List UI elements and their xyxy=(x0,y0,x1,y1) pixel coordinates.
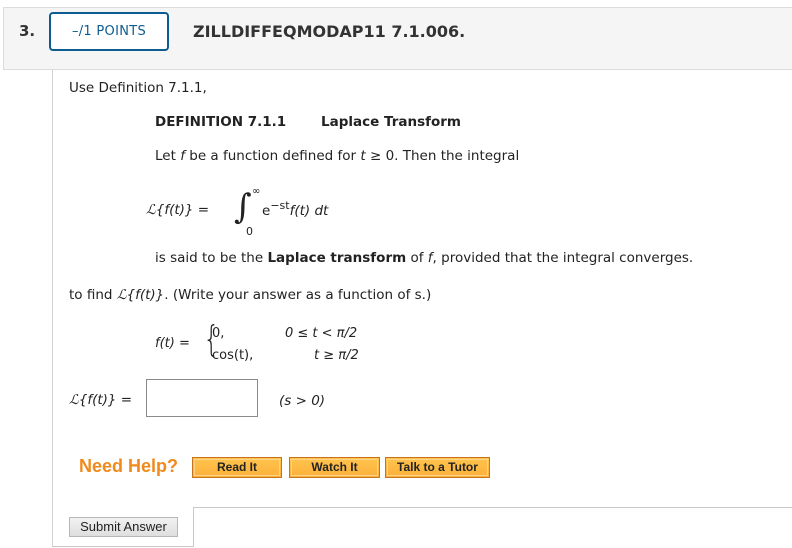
find-pre: to find xyxy=(69,287,117,303)
answer-lhs: ℒ{f(t)} = xyxy=(69,392,132,408)
laplace-symbol: ℒ xyxy=(116,287,127,303)
said-mid: of xyxy=(406,250,428,266)
intro-text: Use Definition 7.1.1, xyxy=(69,80,207,96)
integral-lhs: ℒ{f(t)} = xyxy=(146,202,209,218)
piecewise-lhs: f(t) = xyxy=(155,336,190,351)
question-id: ZILLDIFFEQMODAP11 7.1.006. xyxy=(193,22,466,41)
said-pre: is said to be the xyxy=(155,250,268,266)
integrand: e−stf(t) dt xyxy=(262,199,329,219)
laplace-symbol: ℒ xyxy=(146,202,156,218)
answer-input[interactable] xyxy=(146,379,258,417)
case-2-condition: t ≥ π/2 xyxy=(314,348,359,363)
definition-title: Laplace Transform xyxy=(321,114,461,130)
definition-statement: Let f be a function defined for t ≥ 0. T… xyxy=(155,148,519,164)
definition-label: DEFINITION 7.1.1 xyxy=(155,114,287,130)
let-pre: Let xyxy=(155,148,181,164)
question-number: 3. xyxy=(19,22,36,40)
integral-sign: ∫ xyxy=(234,187,252,227)
let-post: ≥ 0. Then the integral xyxy=(365,148,520,164)
find-post: . (Write your answer as a function of s.… xyxy=(164,287,432,303)
answer-condition: (s > 0) xyxy=(279,393,326,409)
case-1-condition: 0 ≤ t < π/2 xyxy=(285,326,358,341)
definition-conclusion: is said to be the Laplace transform of f… xyxy=(155,250,693,266)
integral-lhs-expr: {f(t)} = xyxy=(155,202,210,218)
integrand-rest: f(t) dt xyxy=(289,203,329,219)
let-mid: be a function defined for xyxy=(184,148,361,164)
watch-it-button[interactable]: Watch It xyxy=(289,457,380,478)
panel-bottom-border xyxy=(52,546,194,547)
case-2-value: cos(t), xyxy=(212,348,254,363)
said-bold: Laplace transform xyxy=(267,250,407,266)
need-help-label: Need Help? xyxy=(79,456,179,476)
laplace-symbol: ℒ xyxy=(69,392,79,408)
integral-lower-limit: 0 xyxy=(246,225,253,238)
case-1-value: 0, xyxy=(212,326,225,341)
talk-to-tutor-button[interactable]: Talk to a Tutor xyxy=(385,457,490,478)
submit-answer-button[interactable]: Submit Answer xyxy=(69,517,178,537)
answer-lhs-expr: {f(t)} = xyxy=(78,392,133,408)
find-instruction: to find ℒ{f(t)}. (Write your answer as a… xyxy=(69,287,431,303)
read-it-button[interactable]: Read It xyxy=(192,457,282,478)
find-expr: {f(t)} xyxy=(126,287,165,303)
points-badge: –/1 POINTS xyxy=(49,12,169,51)
integral-upper-limit: ∞ xyxy=(252,186,261,197)
integrand-exponent: −st xyxy=(270,199,290,212)
said-post: , provided that the integral converges. xyxy=(432,250,694,266)
panel-notch xyxy=(193,507,792,547)
